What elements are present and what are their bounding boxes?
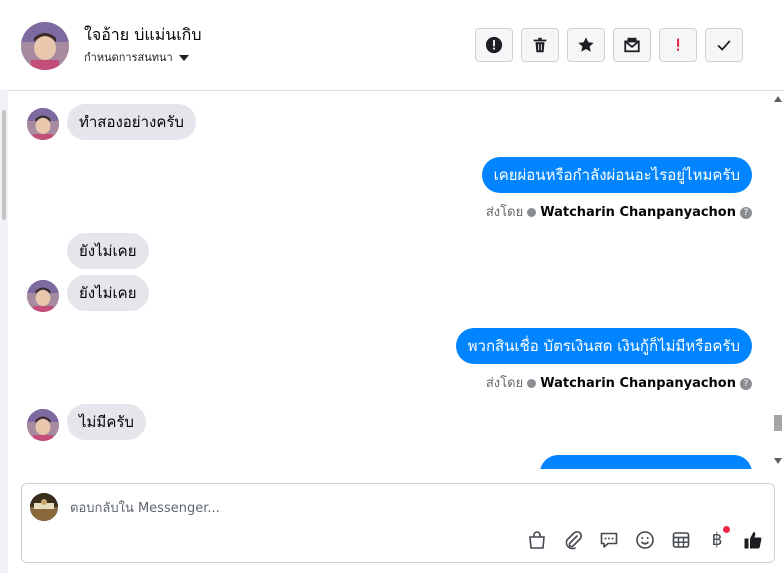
contact-avatar-small	[27, 108, 59, 140]
message-thread: ทำสองอย่างครับ เคยผ่อนหรือกำลังผ่อนอะไรอ…	[8, 91, 772, 469]
like-button[interactable]	[742, 528, 764, 552]
sent-by-label: ส่งโดย	[485, 205, 524, 220]
message-bubble-incoming: ยังไม่เคย	[67, 275, 149, 311]
message-bubble-outgoing: เคยผ่อนหรือกำลังผ่อนอะไรอยู่ไหมครับ	[481, 157, 752, 193]
alert-circle-icon	[485, 36, 503, 54]
scroll-down-arrow-icon[interactable]	[774, 458, 782, 464]
composer-tools: ฿	[526, 526, 764, 552]
help-icon[interactable]: ?	[740, 377, 752, 390]
conversation-schedule-label: กำหนดการสนทนา	[84, 51, 173, 64]
star-button[interactable]	[567, 28, 605, 62]
conversation-schedule-dropdown[interactable]: กำหนดการสนทนา	[84, 48, 189, 66]
emoji-icon	[636, 531, 654, 549]
contact-avatar[interactable]	[21, 22, 69, 70]
help-icon[interactable]: ?	[740, 206, 752, 219]
message-bubble-outgoing-partial	[540, 455, 752, 469]
contact-avatar-small	[27, 280, 59, 312]
emoji-button[interactable]	[634, 528, 656, 552]
shopping-bag-icon	[529, 531, 545, 549]
sent-by-label: ส่งโดย	[485, 376, 524, 391]
page-avatar	[30, 493, 58, 521]
table-icon	[672, 532, 690, 548]
report-button[interactable]	[475, 28, 513, 62]
left-scroll-edge	[0, 90, 8, 573]
spam-button[interactable]	[659, 28, 697, 62]
sender-name[interactable]: Watcharin Chanpanyachon	[540, 376, 736, 391]
notification-dot	[723, 526, 730, 533]
baht-icon: ฿	[711, 530, 723, 550]
appointment-button[interactable]	[670, 528, 692, 552]
chat-bubble-icon	[600, 532, 618, 548]
shop-button[interactable]	[526, 528, 548, 552]
saved-replies-button[interactable]	[598, 528, 620, 552]
attach-button[interactable]	[562, 528, 584, 552]
verified-icon	[527, 208, 537, 217]
mail-open-icon	[624, 37, 640, 53]
scrollbar-thumb[interactable]	[774, 415, 782, 431]
payment-button[interactable]: ฿	[706, 526, 730, 552]
message-bubble-incoming: ทำสองอย่างครับ	[67, 104, 196, 140]
conversation-header: ใจอ้าย บ่แม่นเกิบ กำหนดการสนทนา	[8, 0, 784, 91]
sender-name[interactable]: Watcharin Chanpanyachon	[540, 205, 736, 220]
message-bubble-incoming: ไม่มีครับ	[67, 404, 146, 440]
message-bubble-outgoing: พวกสินเชื่อ บัตรเงินสด เงินกู้ก็ไม่มีหรื…	[455, 328, 752, 364]
left-scrollbar-thumb[interactable]	[2, 110, 6, 220]
header-actions	[475, 28, 743, 62]
check-icon	[717, 40, 731, 51]
mark-unread-button[interactable]	[613, 28, 651, 62]
thumbs-up-icon	[744, 532, 762, 549]
scroll-up-arrow-icon[interactable]	[774, 96, 782, 102]
thread-scrollbar[interactable]	[772, 91, 784, 469]
verified-icon	[527, 379, 537, 388]
reply-input[interactable]	[68, 496, 752, 520]
contact-avatar-small	[27, 409, 59, 441]
star-icon	[578, 37, 594, 52]
caret-down-icon	[178, 55, 189, 61]
delete-button[interactable]	[521, 28, 559, 62]
sent-by-line: ส่งโดย Watcharin Chanpanyachon?	[486, 372, 752, 393]
sent-by-line: ส่งโดย Watcharin Chanpanyachon?	[486, 201, 752, 222]
exclamation-icon	[677, 38, 680, 51]
message-bubble-incoming: ยังไม่เคย	[67, 233, 149, 269]
trash-icon	[533, 37, 547, 53]
mark-done-button[interactable]	[705, 28, 743, 62]
paperclip-icon	[565, 530, 583, 550]
reply-composer: ฿	[21, 483, 775, 563]
contact-name: ใจอ้าย บ่แม่นเกิบ	[84, 25, 202, 44]
